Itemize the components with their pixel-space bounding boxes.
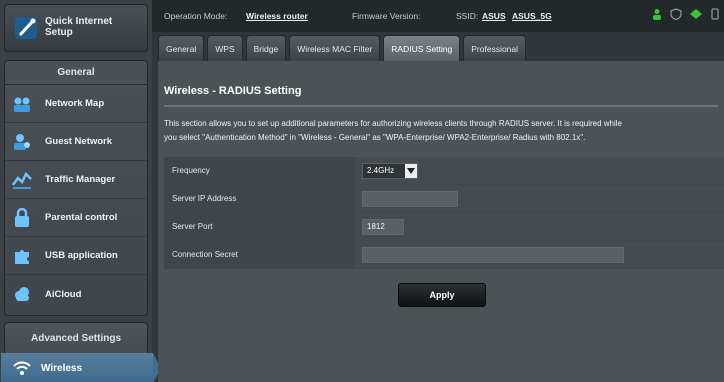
frequency-select[interactable]: 2.4GHz xyxy=(362,162,418,179)
top-status-bar: Operation Mode: Wireless router Firmware… xyxy=(152,0,724,32)
sidebar-item-traffic-manager[interactable]: Traffic Manager xyxy=(5,161,147,199)
frequency-selected-value: 2.4GHz xyxy=(367,166,395,175)
server-port-value-cell: 1812 xyxy=(354,213,724,240)
general-menu-header: General xyxy=(5,61,147,85)
ssid-label: SSID: xyxy=(456,11,479,21)
title-divider xyxy=(164,105,718,107)
wireless-tabs: General WPS Bridge Wireless MAC Filter R… xyxy=(158,35,527,61)
cloud-icon xyxy=(11,283,33,305)
sidebar-item-wireless[interactable]: Wireless xyxy=(1,353,161,382)
operation-mode-link[interactable]: Wireless router xyxy=(246,11,308,21)
server-ip-input[interactable] xyxy=(362,190,458,207)
form-row-server-ip: Server IP Address xyxy=(164,185,724,213)
frequency-value-cell: 2.4GHz xyxy=(354,157,724,184)
form-row-connection-secret: Connection Secret xyxy=(164,241,724,269)
server-ip-label: Server IP Address xyxy=(164,185,354,212)
network-map-icon xyxy=(11,93,33,115)
sidebar: Quick Internet Setup General Network Map… xyxy=(0,0,161,382)
advanced-settings-header: Advanced Settings xyxy=(30,332,122,344)
ssid-link-5g[interactable]: ASUS_5G xyxy=(512,11,552,21)
sidebar-item-aicloud[interactable]: AiCloud xyxy=(5,275,147,313)
server-ip-value-cell xyxy=(354,185,724,212)
tab-wps[interactable]: WPS xyxy=(207,35,243,61)
router-admin-page: Quick Internet Setup General Network Map… xyxy=(0,0,724,382)
chevron-down-icon xyxy=(405,163,417,178)
form-row-server-port: Server Port 1812 xyxy=(164,213,724,241)
form-row-frequency: Frequency 2.4GHz xyxy=(164,157,724,185)
sidebar-item-label: AiCloud xyxy=(45,288,82,300)
wireless-icon xyxy=(13,361,31,375)
tab-wireless-mac-filter[interactable]: Wireless MAC Filter xyxy=(289,35,381,61)
connection-secret-value-cell xyxy=(354,241,724,268)
sidebar-item-label: Guest Network xyxy=(45,136,113,147)
description-line-1: This section allows you to set up additi… xyxy=(164,119,622,128)
internet-status-icon[interactable] xyxy=(689,8,703,20)
quick-setup-label: Quick Internet Setup xyxy=(45,16,113,38)
tab-general[interactable]: General xyxy=(158,35,205,61)
puzzle-icon xyxy=(11,245,33,267)
operation-mode-label: Operation Mode: xyxy=(164,11,228,21)
security-shield-icon[interactable] xyxy=(670,8,682,20)
sidebar-item-usb-application[interactable]: USB application xyxy=(5,237,147,275)
sidebar-item-label: Parental control xyxy=(45,212,118,223)
tab-radius-setting[interactable]: RADIUS Setting xyxy=(383,35,461,61)
server-port-label: Server Port xyxy=(164,213,354,240)
ssid-link-24g[interactable]: ASUS xyxy=(482,11,506,21)
sidebar-item-label: Wireless xyxy=(41,362,83,374)
radius-settings-form: Frequency 2.4GHz Server IP Address Serve… xyxy=(164,157,724,269)
sidebar-item-label: USB application xyxy=(45,250,118,261)
sidebar-item-parental-control[interactable]: Parental control xyxy=(5,199,147,237)
usb-status-icon[interactable] xyxy=(710,8,720,20)
firmware-version-label: Firmware Version: xyxy=(352,11,421,21)
general-menu: General Network Map Guest Network Traffi… xyxy=(4,60,148,316)
tab-bridge[interactable]: Bridge xyxy=(245,35,287,61)
sidebar-item-guest-network[interactable]: Guest Network xyxy=(5,123,147,161)
connection-secret-input[interactable] xyxy=(362,246,624,263)
sidebar-item-label: Network Map xyxy=(45,98,105,109)
tab-professional[interactable]: Professional xyxy=(463,35,527,61)
status-icons xyxy=(651,8,720,20)
advanced-settings-menu: Advanced Settings Wireless xyxy=(1,322,161,382)
page-description: This section allows you to set up additi… xyxy=(164,117,724,145)
server-port-input[interactable]: 1812 xyxy=(362,218,404,235)
apply-button[interactable]: Apply xyxy=(398,283,486,307)
sidebar-item-network-map[interactable]: Network Map xyxy=(5,85,147,123)
description-line-2: you select "Authentication Method" in "W… xyxy=(164,133,586,142)
traffic-manager-icon xyxy=(11,169,33,191)
magic-wand-icon xyxy=(15,17,37,39)
guest-network-icon xyxy=(11,131,33,153)
content-panel: Wireless - RADIUS Setting This section a… xyxy=(158,61,724,382)
lock-icon xyxy=(11,207,33,229)
connection-secret-label: Connection Secret xyxy=(164,241,354,268)
page-title: Wireless - RADIUS Setting xyxy=(164,85,302,97)
quick-internet-setup-button[interactable]: Quick Internet Setup xyxy=(4,4,148,52)
sidebar-item-label: Traffic Manager xyxy=(45,174,116,185)
frequency-label: Frequency xyxy=(164,157,354,184)
client-status-icon[interactable] xyxy=(651,8,663,20)
